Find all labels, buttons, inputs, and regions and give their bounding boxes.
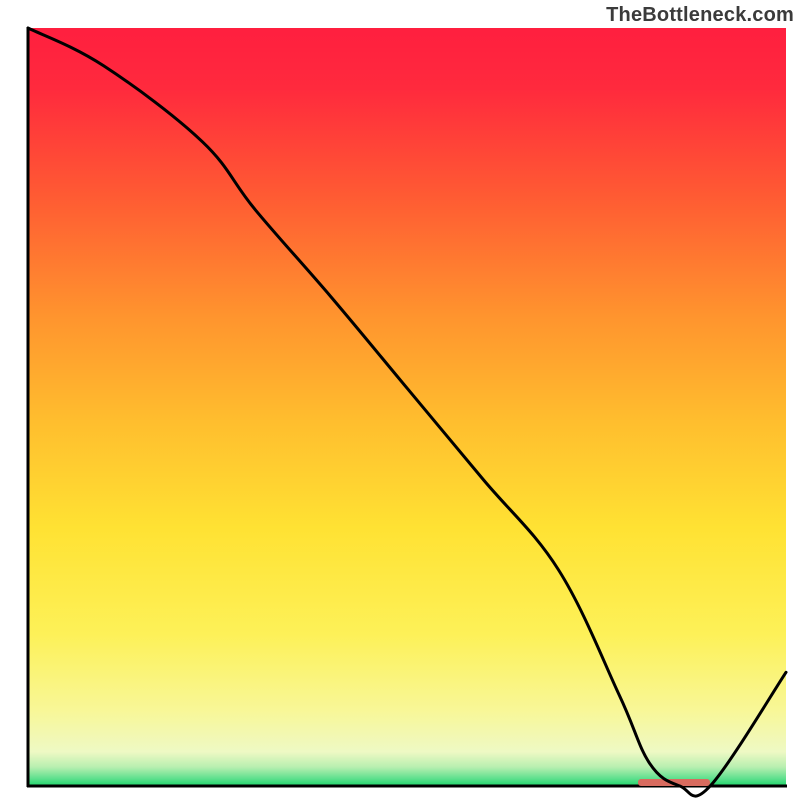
- plot-gradient-background: [28, 28, 786, 786]
- chart-svg: [0, 0, 800, 800]
- chart-container: TheBottleneck.com: [0, 0, 800, 800]
